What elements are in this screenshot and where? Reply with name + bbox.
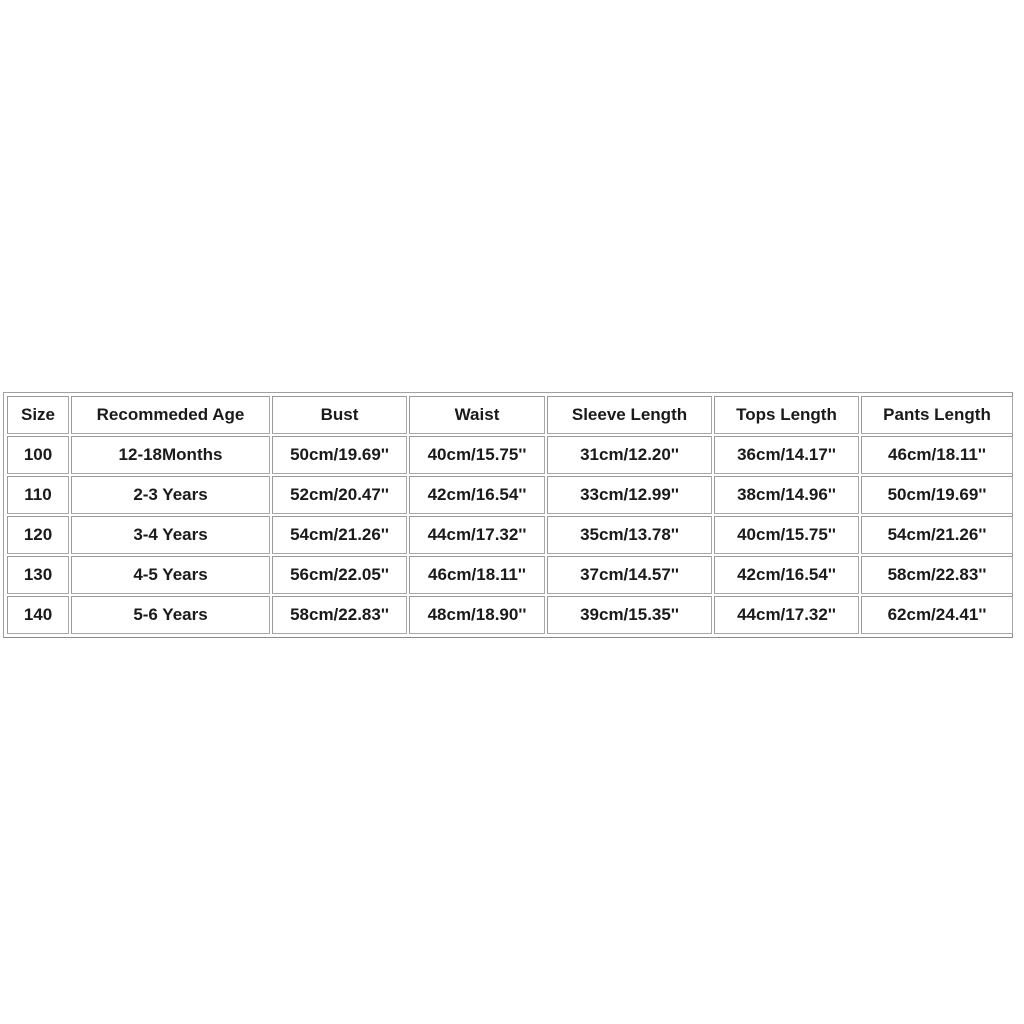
cell-age: 12-18Months [71,436,270,474]
cell-bust: 58cm/22.83'' [272,596,407,634]
cell-sleeve-length: 31cm/12.20'' [547,436,712,474]
cell-sleeve-length: 39cm/15.35'' [547,596,712,634]
table-row: 120 3-4 Years 54cm/21.26'' 44cm/17.32'' … [7,516,1013,554]
header-bust: Bust [272,396,407,434]
cell-bust: 54cm/21.26'' [272,516,407,554]
cell-pants-length: 58cm/22.83'' [861,556,1013,594]
cell-age: 3-4 Years [71,516,270,554]
cell-size: 120 [7,516,69,554]
page: Size Recommeded Age Bust Waist Sleeve Le… [0,0,1024,1024]
header-size: Size [7,396,69,434]
table-row: 140 5-6 Years 58cm/22.83'' 48cm/18.90'' … [7,596,1013,634]
cell-waist: 42cm/16.54'' [409,476,545,514]
cell-waist: 48cm/18.90'' [409,596,545,634]
cell-waist: 44cm/17.32'' [409,516,545,554]
cell-pants-length: 62cm/24.41'' [861,596,1013,634]
cell-size: 110 [7,476,69,514]
header-sleeve-length: Sleeve Length [547,396,712,434]
cell-bust: 56cm/22.05'' [272,556,407,594]
cell-sleeve-length: 35cm/13.78'' [547,516,712,554]
cell-bust: 50cm/19.69'' [272,436,407,474]
cell-age: 2-3 Years [71,476,270,514]
cell-size: 140 [7,596,69,634]
cell-size: 130 [7,556,69,594]
cell-age: 4-5 Years [71,556,270,594]
size-chart-table-frame: Size Recommeded Age Bust Waist Sleeve Le… [3,392,1013,638]
size-chart-table: Size Recommeded Age Bust Waist Sleeve Le… [5,394,1015,636]
cell-pants-length: 54cm/21.26'' [861,516,1013,554]
header-pants-length: Pants Length [861,396,1013,434]
cell-tops-length: 38cm/14.96'' [714,476,859,514]
cell-age: 5-6 Years [71,596,270,634]
cell-size: 100 [7,436,69,474]
table-header-row: Size Recommeded Age Bust Waist Sleeve Le… [7,396,1013,434]
table-row: 110 2-3 Years 52cm/20.47'' 42cm/16.54'' … [7,476,1013,514]
table-row: 100 12-18Months 50cm/19.69'' 40cm/15.75'… [7,436,1013,474]
table-row: 130 4-5 Years 56cm/22.05'' 46cm/18.11'' … [7,556,1013,594]
cell-bust: 52cm/20.47'' [272,476,407,514]
cell-sleeve-length: 37cm/14.57'' [547,556,712,594]
cell-pants-length: 46cm/18.11'' [861,436,1013,474]
cell-waist: 40cm/15.75'' [409,436,545,474]
cell-pants-length: 50cm/19.69'' [861,476,1013,514]
header-recommended-age: Recommeded Age [71,396,270,434]
cell-tops-length: 42cm/16.54'' [714,556,859,594]
cell-sleeve-length: 33cm/12.99'' [547,476,712,514]
cell-tops-length: 36cm/14.17'' [714,436,859,474]
header-tops-length: Tops Length [714,396,859,434]
cell-tops-length: 40cm/15.75'' [714,516,859,554]
cell-waist: 46cm/18.11'' [409,556,545,594]
header-waist: Waist [409,396,545,434]
cell-tops-length: 44cm/17.32'' [714,596,859,634]
